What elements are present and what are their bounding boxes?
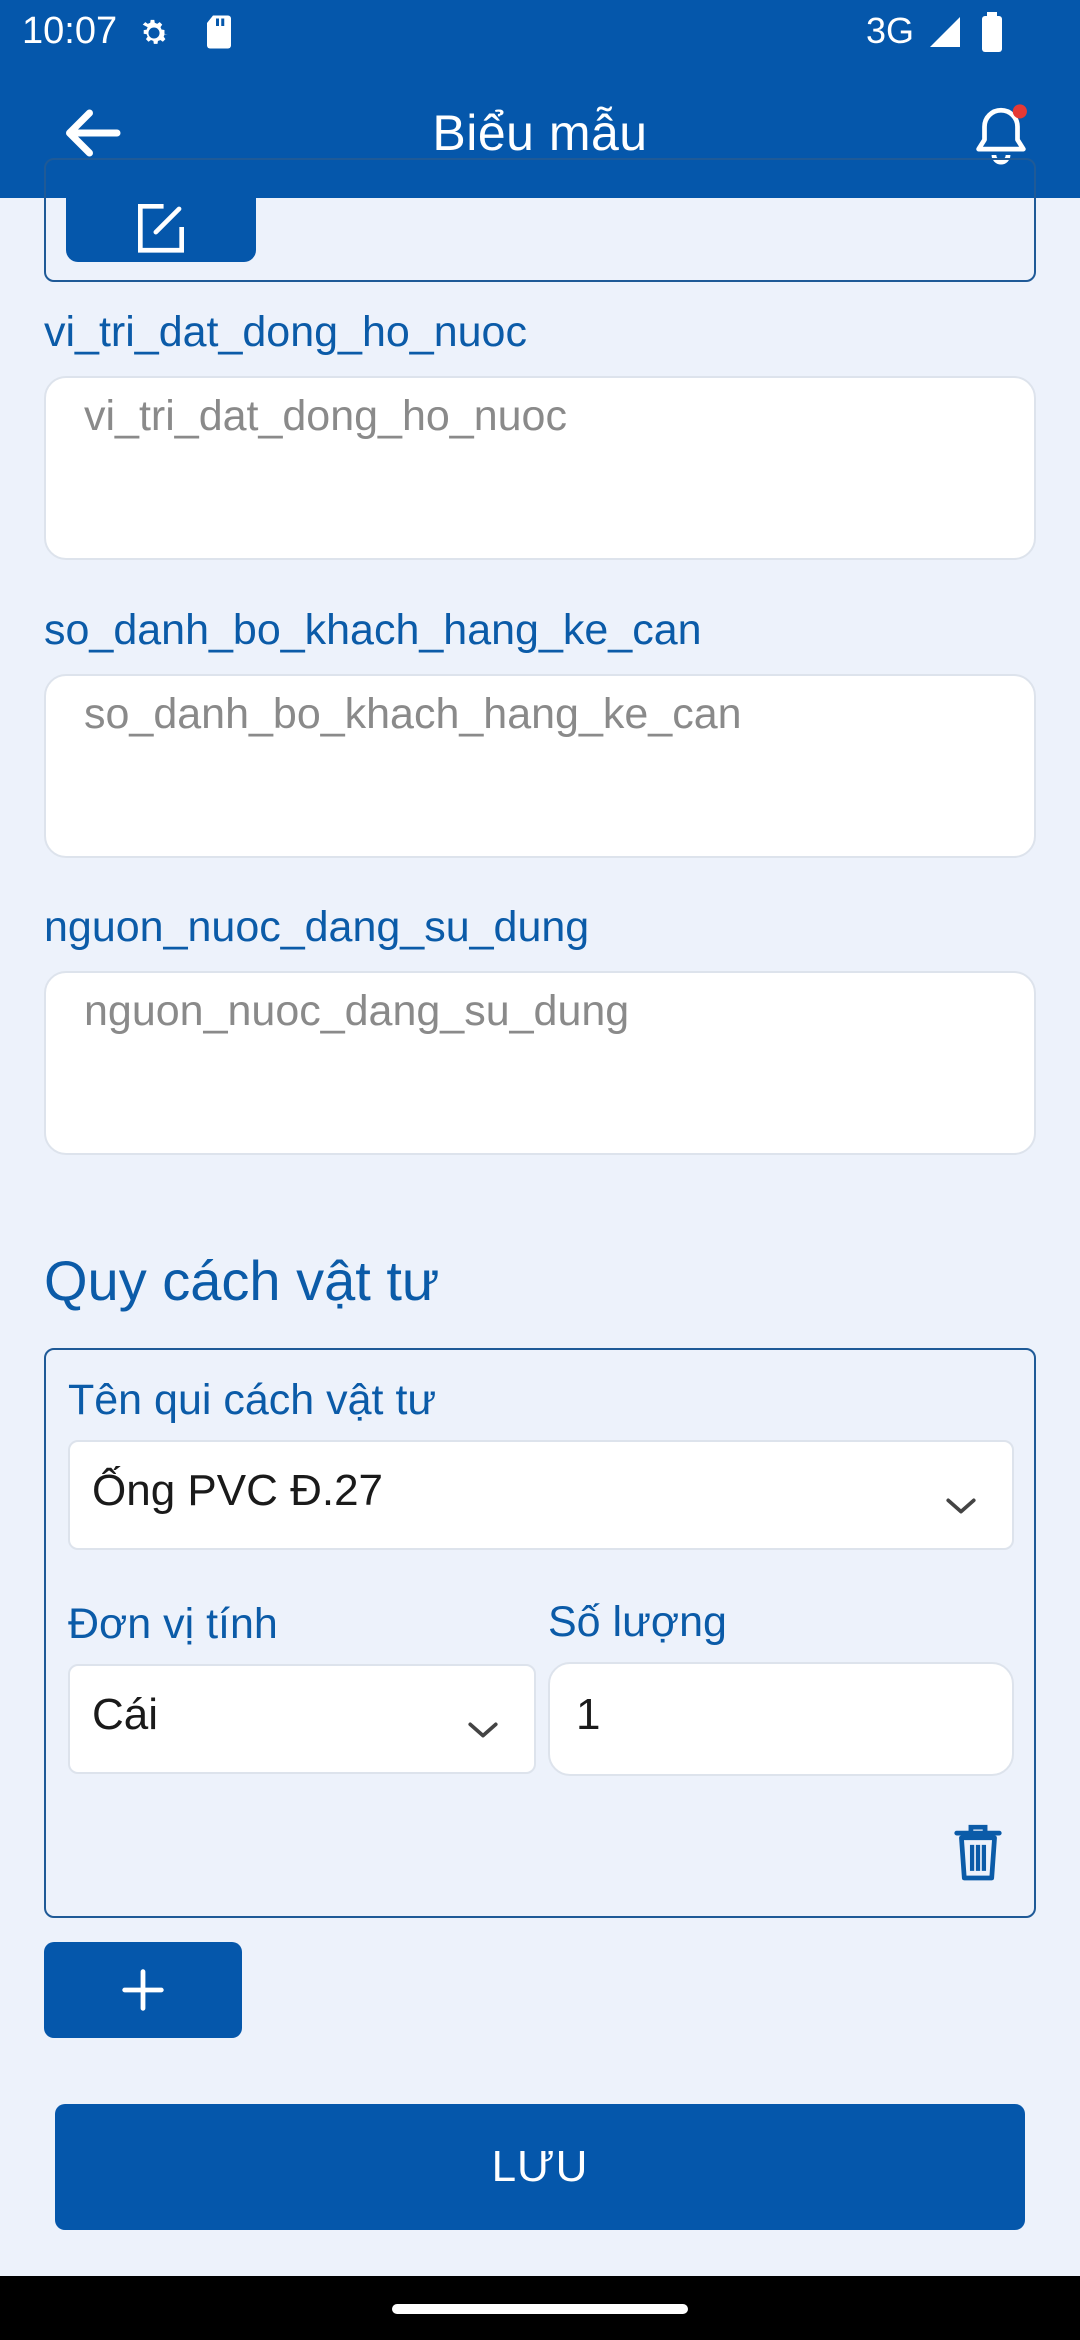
signal-icon bbox=[926, 14, 964, 55]
unit-label: Đơn vị tính bbox=[68, 1600, 278, 1648]
chevron-down-icon bbox=[944, 1478, 978, 1528]
placeholder: nguon_nuoc_dang_su_dung bbox=[84, 987, 630, 1035]
battery-icon bbox=[980, 12, 1004, 57]
unit-value: Cái bbox=[92, 1690, 159, 1739]
notification-dot bbox=[1012, 104, 1027, 119]
status-bar: 10:07 3G bbox=[0, 0, 1080, 66]
material-name-select[interactable]: Ống PVC Đ.27 bbox=[68, 1440, 1014, 1550]
edit-button[interactable] bbox=[66, 198, 256, 262]
nguon-nuoc-dang-su-dung-input[interactable]: nguon_nuoc_dang_su_dung bbox=[44, 971, 1036, 1155]
network-type: 3G bbox=[866, 10, 915, 51]
system-nav-bar bbox=[0, 2276, 1080, 2340]
vi-tri-dat-dong-ho-nuoc-input[interactable]: vi_tri_dat_dong_ho_nuoc bbox=[44, 376, 1036, 560]
quantity-input[interactable]: 1 bbox=[548, 1662, 1014, 1776]
placeholder: so_danh_bo_khach_hang_ke_can bbox=[84, 690, 742, 738]
save-button[interactable]: LƯU bbox=[55, 2104, 1025, 2230]
field-label-so-danh-bo: so_danh_bo_khach_hang_ke_can bbox=[44, 606, 702, 654]
page-title: Biểu mẫu bbox=[432, 105, 648, 161]
quantity-value: 1 bbox=[576, 1690, 601, 1739]
status-time: 10:07 bbox=[22, 10, 118, 52]
quantity-label: Số lượng bbox=[548, 1598, 727, 1646]
unit-select[interactable]: Cái bbox=[68, 1664, 536, 1774]
so-danh-bo-khach-hang-input[interactable]: so_danh_bo_khach_hang_ke_can bbox=[44, 674, 1036, 858]
material-item-card: Tên qui cách vật tư Ống PVC Đ.27 Đơn vị … bbox=[44, 1348, 1036, 1918]
edit-icon bbox=[138, 204, 184, 253]
add-material-button[interactable] bbox=[44, 1942, 242, 2038]
sd-card-icon bbox=[204, 14, 234, 55]
placeholder: vi_tri_dat_dong_ho_nuoc bbox=[84, 392, 567, 440]
home-gesture-handle[interactable] bbox=[392, 2304, 688, 2314]
plus-icon bbox=[122, 1969, 164, 2011]
field-label-nguon-nuoc: nguon_nuoc_dang_su_dung bbox=[44, 903, 590, 951]
material-name-label: Tên qui cách vật tư bbox=[68, 1376, 437, 1424]
materials-section-title: Quy cách vật tư bbox=[44, 1249, 440, 1312]
trash-icon[interactable] bbox=[952, 1821, 1004, 1888]
chevron-down-icon bbox=[466, 1702, 500, 1752]
material-name-value: Ống PVC Đ.27 bbox=[92, 1466, 384, 1515]
settings-gear-icon bbox=[135, 14, 173, 57]
field-label-vi-tri: vi_tri_dat_dong_ho_nuoc bbox=[44, 308, 527, 356]
